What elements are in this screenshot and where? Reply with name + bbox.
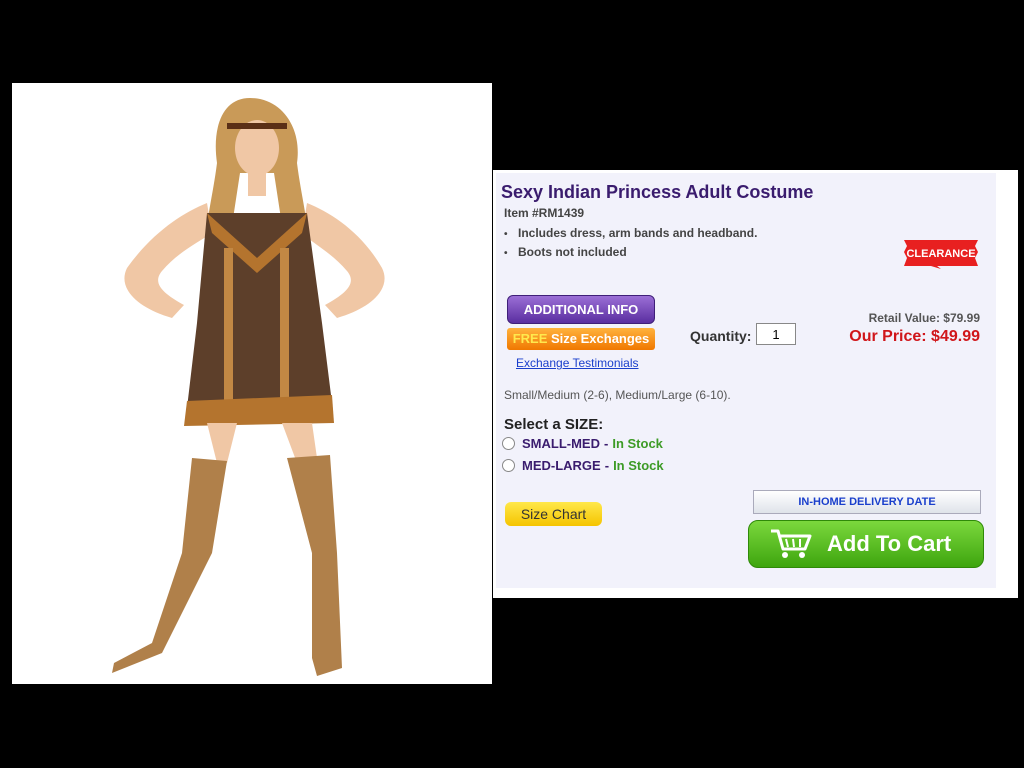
additional-info-button[interactable]: ADDITIONAL INFO — [507, 295, 655, 324]
size-option-label: SMALL-MED — [522, 436, 600, 451]
retail-value: Retail Value: $79.99 — [868, 311, 980, 325]
in-home-delivery-date-button[interactable]: IN-HOME DELIVERY DATE — [753, 490, 981, 514]
product-title: Sexy Indian Princess Adult Costume — [501, 182, 814, 202]
size-exchanges-label: Size Exchanges — [551, 331, 650, 346]
quantity-label: Quantity: — [690, 328, 752, 344]
stock-status: In Stock — [612, 436, 663, 451]
our-price: Our Price: $49.99 — [849, 328, 980, 345]
size-range-text: Small/Medium (2-6), Medium/Large (6-10). — [504, 388, 731, 402]
product-detail-inner: Sexy Indian Princess Adult Costume Item … — [496, 173, 996, 588]
select-size-label: Select a SIZE: — [504, 416, 604, 433]
product-photo — [12, 83, 492, 684]
product-detail-panel: Sexy Indian Princess Adult Costume Item … — [493, 170, 1018, 598]
feature-list: Includes dress, arm bands and headband. … — [504, 224, 757, 262]
exchange-testimonials-link[interactable]: Exchange Testimonials — [516, 356, 639, 370]
clearance-badge-label: CLEARANCE — [906, 248, 975, 260]
add-to-cart-label: Add To Cart — [827, 531, 952, 556]
cart-icon — [771, 529, 812, 558]
size-chart-button[interactable]: Size Chart — [505, 502, 602, 526]
costume-model-image — [112, 98, 385, 676]
quantity-input[interactable] — [756, 323, 796, 345]
size-option-label: MED-LARGE — [522, 458, 601, 473]
feature-item: Includes dress, arm bands and headband. — [504, 224, 757, 243]
radio-button[interactable] — [502, 459, 515, 472]
add-to-cart-button[interactable]: Add To Cart — [748, 520, 984, 568]
radio-button[interactable] — [502, 437, 515, 450]
size-option-med-large[interactable]: MED-LARGE - In Stock — [502, 458, 664, 473]
free-size-exchanges-button[interactable]: FREE Size Exchanges — [507, 328, 655, 350]
size-option-small-med[interactable]: SMALL-MED - In Stock — [502, 436, 663, 451]
stock-status: In Stock — [613, 458, 664, 473]
feature-item: Boots not included — [504, 243, 757, 262]
free-label: FREE — [512, 331, 548, 346]
clearance-badge: CLEARANCE — [904, 240, 978, 269]
item-number: Item #RM1439 — [504, 206, 585, 220]
